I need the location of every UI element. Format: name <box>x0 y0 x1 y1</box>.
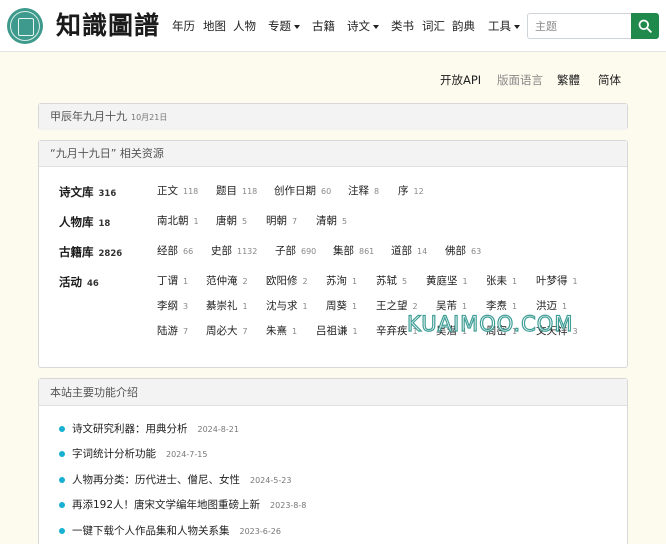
resource-item[interactable]: 佛部 63 <box>445 244 481 259</box>
resource-item[interactable]: 南北朝 1 <box>157 214 199 229</box>
resource-item[interactable]: 叶梦得 1 <box>536 274 578 289</box>
site-logo-title[interactable]: 知識圖譜 <box>56 8 160 44</box>
news-item[interactable]: 字词统计分析功能 2024-7-15 <box>59 447 207 462</box>
nav-item-encyclopedia[interactable]: 类书 <box>391 17 414 35</box>
nav-item-ancient-books[interactable]: 古籍 <box>312 17 335 35</box>
search-input[interactable] <box>527 13 631 39</box>
nav-item-tools[interactable]: 工具 <box>488 17 520 35</box>
resource-item[interactable]: 丁谓 1 <box>157 274 188 289</box>
category-activities[interactable]: 活动 46 <box>59 274 99 290</box>
resource-item[interactable]: 沈与求 1 <box>266 299 308 314</box>
bullet-dot-icon <box>59 451 65 457</box>
resource-item[interactable]: 陆游 7 <box>157 324 188 339</box>
nav-item-vocabulary[interactable]: 词汇 <box>422 17 445 35</box>
resource-item[interactable]: 周必大 7 <box>206 324 248 339</box>
simplified-chinese-link[interactable]: 简体 <box>598 72 621 88</box>
search-icon <box>638 19 652 33</box>
resources-header: “九月十九日” 相关资源 <box>39 141 627 167</box>
resource-item[interactable]: 集部 861 <box>333 244 374 259</box>
category-poetry[interactable]: 诗文库 316 <box>59 184 116 200</box>
features-header: 本站主要功能介绍 <box>39 379 627 406</box>
resource-item[interactable]: 綦崇礼 1 <box>206 299 248 314</box>
bullet-dot-icon <box>59 426 65 432</box>
interface-language-label: 版面语言 <box>497 73 543 87</box>
resource-item[interactable]: 唐朝 5 <box>216 214 247 229</box>
chevron-down-icon <box>294 24 300 29</box>
resource-item[interactable]: 张耒 1 <box>486 274 517 289</box>
resource-item[interactable]: 注释 8 <box>348 184 379 199</box>
category-people[interactable]: 人物库 18 <box>59 214 110 230</box>
resource-item[interactable]: 史部 1132 <box>211 244 257 259</box>
resource-item[interactable]: 李纲 3 <box>157 299 188 314</box>
nav-item-calendar[interactable]: 年历 <box>172 17 195 35</box>
news-item[interactable]: 一键下载个人作品集和人物关系集 2023-6-26 <box>59 524 281 539</box>
resource-item[interactable]: 吕祖谦 1 <box>316 324 358 339</box>
resource-item[interactable]: 正文 118 <box>157 184 198 199</box>
lunar-date: 甲辰年九月十九 <box>50 110 127 123</box>
news-item[interactable]: 再添192人！唐宋文学编年地图重磅上新 2023-8-8 <box>59 498 306 513</box>
resource-item[interactable]: 子部 690 <box>275 244 316 259</box>
watermark-text: KUAIMOO.COM <box>406 311 574 336</box>
open-api-link[interactable]: 开放API <box>440 72 481 88</box>
nav-item-poetry[interactable]: 诗文 <box>347 17 379 35</box>
resource-item[interactable]: 经部 66 <box>157 244 193 259</box>
resource-item[interactable]: 苏洵 1 <box>326 274 357 289</box>
resource-item[interactable]: 创作日期 60 <box>274 184 331 199</box>
logo-seal-icon[interactable] <box>7 8 43 44</box>
nav-item-people[interactable]: 人物 <box>233 17 256 35</box>
bullet-dot-icon <box>59 528 65 534</box>
resource-item[interactable]: 道部 14 <box>391 244 427 259</box>
date-header: 甲辰年九月十九 10月21日 <box>39 104 627 130</box>
news-item[interactable]: 诗文研究利器：用典分析 2024-8-21 <box>59 422 239 437</box>
top-navbar: 知識圖譜 年历 地图 人物 专题 古籍 诗文 类书 词汇 韵典 工具 <box>0 0 666 52</box>
chevron-down-icon <box>514 24 520 29</box>
resource-item[interactable]: 范仲淹 2 <box>206 274 248 289</box>
nav-item-topics[interactable]: 专题 <box>268 17 300 35</box>
resource-item[interactable]: 周葵 1 <box>326 299 357 314</box>
resource-item[interactable]: 苏轼 5 <box>376 274 407 289</box>
resource-item[interactable]: 序 12 <box>398 184 424 199</box>
bullet-dot-icon <box>59 477 65 483</box>
site-features-card: 本站主要功能介绍 诗文研究利器：用典分析 2024-8-21 字词统计分析功能 20… <box>38 378 628 544</box>
nav-item-rhyme-dictionary[interactable]: 韵典 <box>452 17 475 35</box>
resource-item[interactable]: 黄庭坚 1 <box>426 274 468 289</box>
search-button[interactable] <box>631 13 659 39</box>
resource-item[interactable]: 朱熹 1 <box>266 324 297 339</box>
date-card: 甲辰年九月十九 10月21日 <box>38 103 628 130</box>
resource-item[interactable]: 明朝 7 <box>266 214 297 229</box>
traditional-chinese-link[interactable]: 繁體 <box>557 72 580 88</box>
category-ancient-books[interactable]: 古籍库 2826 <box>59 244 122 260</box>
resource-item[interactable]: 清朝 5 <box>316 214 347 229</box>
resource-item[interactable]: 题目 118 <box>216 184 257 199</box>
solar-date: 10月21日 <box>131 113 168 122</box>
resource-item[interactable]: 欧阳修 2 <box>266 274 308 289</box>
nav-item-map[interactable]: 地图 <box>203 17 226 35</box>
chevron-down-icon <box>373 24 379 29</box>
news-item[interactable]: 人物再分类：历代进士、僧尼、女性 2024-5-23 <box>59 473 291 488</box>
bullet-dot-icon <box>59 502 65 508</box>
